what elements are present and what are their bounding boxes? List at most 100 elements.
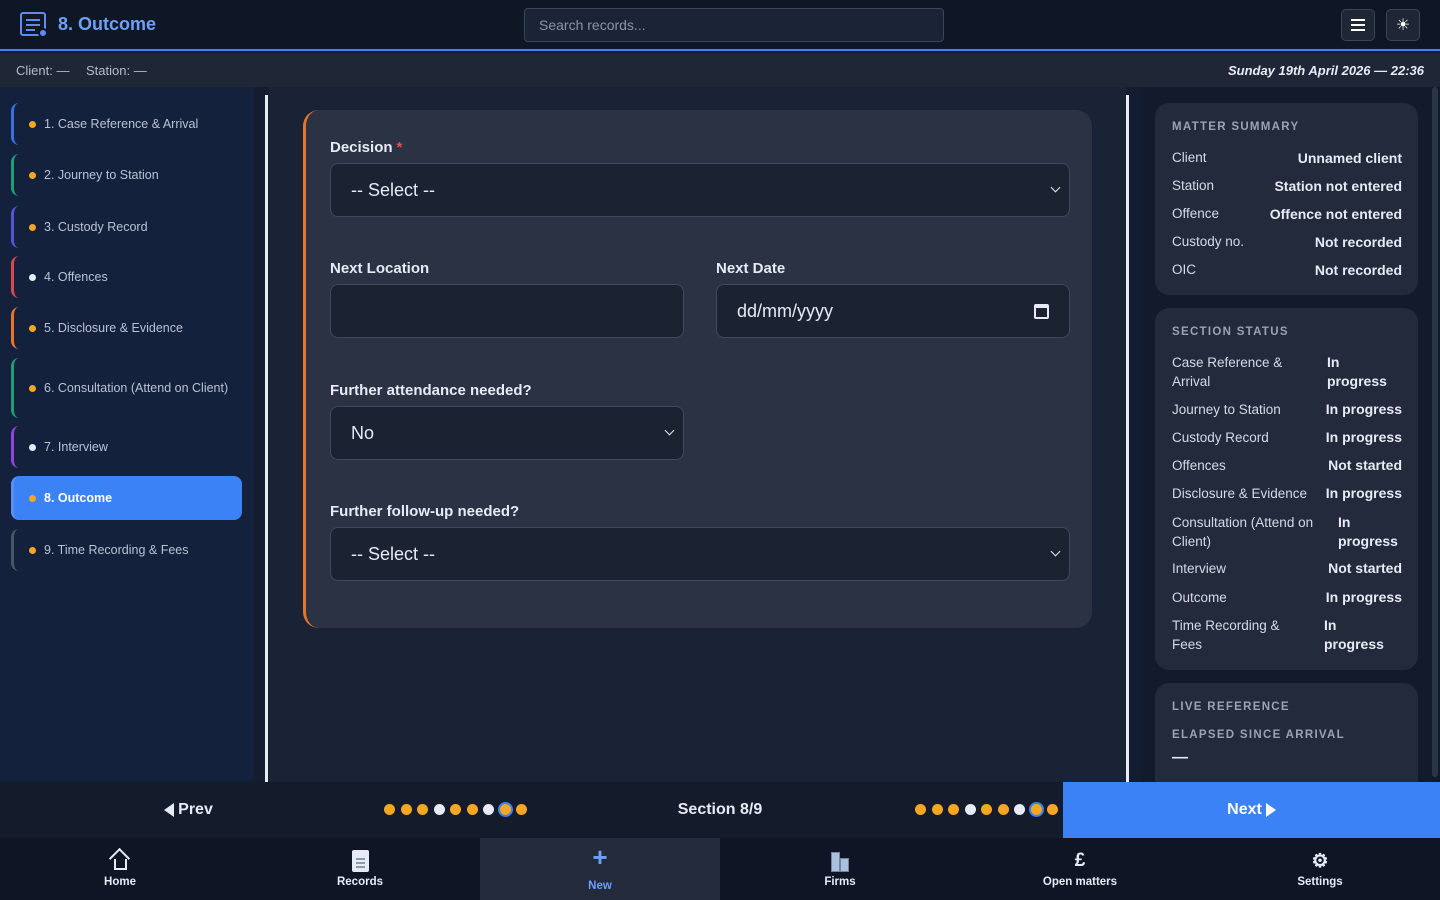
sidebar-item-label: 3. Custody Record <box>44 220 148 234</box>
sidebar-item-label: 2. Journey to Station <box>44 168 159 182</box>
further-attendance-label: Further attendance needed? <box>330 382 532 399</box>
status-dot <box>29 546 36 554</box>
sidebar-item-journey[interactable]: 2. Journey to Station <box>11 154 242 196</box>
progress-dot <box>1047 804 1058 815</box>
tab-label: Records <box>336 876 384 888</box>
tab-label: Home <box>104 876 136 888</box>
section-counter: Section 8/9 <box>677 801 763 818</box>
client-indicator: Client: — <box>16 63 70 78</box>
further-followup-select[interactable]: -- Select -- <box>330 527 1070 581</box>
status-dot <box>29 324 36 332</box>
elapsed-label: ELAPSED SINCE ARRIVAL <box>1172 729 1345 741</box>
progress-dot <box>1030 804 1042 815</box>
sidebar-item-time-recording[interactable]: 9. Time Recording & Fees <box>11 529 242 571</box>
tab-home[interactable]: Home <box>0 838 240 900</box>
arrow-right-icon <box>1265 803 1276 817</box>
chevron-down-icon <box>664 425 675 436</box>
tab-label: Settings <box>1297 876 1343 888</box>
progress-dot <box>997 804 1009 815</box>
current-datetime: Sunday 19th April 2026 — 22:36 <box>1227 63 1424 78</box>
sidebar-item-case-reference[interactable]: 1. Case Reference & Arrival <box>11 103 242 145</box>
sidebar-item-label: 5. Disclosure & Evidence <box>44 321 183 335</box>
progress-dot <box>1014 804 1025 815</box>
station-indicator: Station: — <box>86 63 147 78</box>
sidebar-item-label: 9. Time Recording & Fees <box>44 543 189 557</box>
divider <box>265 95 268 782</box>
progress-dot <box>433 804 445 815</box>
sidebar-item-outcome[interactable]: 8. Outcome <box>11 476 242 520</box>
tab-label: New <box>588 880 612 892</box>
decision-label: Decision * <box>330 139 403 156</box>
sidebar-item-offences[interactable]: 4. Offences <box>11 256 242 298</box>
sidebar-item-label: 4. Offences <box>44 270 108 284</box>
progress-dot <box>483 804 494 815</box>
pound-icon: £ <box>1074 850 1086 871</box>
page-title: 8. Outcome <box>58 14 157 34</box>
tab-records[interactable]: Records <box>240 838 480 900</box>
status-dot <box>29 171 36 179</box>
sidebar-item-label: 6. Consultation (Attend on Client) <box>44 381 229 395</box>
context-bar: Client: — Station: — Sunday 19th April 2… <box>0 53 1440 87</box>
sidebar-item-consultation[interactable]: 6. Consultation (Attend on Client) <box>11 358 242 418</box>
further-attendance-value: No <box>351 422 375 443</box>
next-label: Next <box>1227 801 1262 818</box>
progress-dots-right <box>915 804 1058 815</box>
tab-open-matters[interactable]: £ Open matters <box>960 838 1200 900</box>
progress-dot <box>948 804 959 815</box>
divider <box>1126 95 1129 782</box>
tab-new[interactable]: + New <box>480 838 720 900</box>
decision-select[interactable]: -- Select -- <box>330 163 1070 217</box>
live-reference-card: LIVE REFERENCE ELAPSED SINCE ARRIVAL — <box>1155 683 1418 793</box>
menu-button[interactable] <box>1341 9 1375 41</box>
next-location-input[interactable] <box>330 284 684 338</box>
further-followup-value: -- Select -- <box>351 543 436 564</box>
calendar-icon[interactable] <box>1034 304 1049 319</box>
elapsed-value: — <box>1172 749 1188 766</box>
bottom-tab-bar: Home Records + New Firms £ Open matters … <box>0 838 1440 900</box>
progress-dot <box>931 804 943 815</box>
sidebar-item-label: 7. Interview <box>44 440 108 454</box>
form-list-icon <box>20 12 48 38</box>
plus-icon: + <box>592 841 608 872</box>
sidebar-item-custody-record[interactable]: 3. Custody Record <box>11 206 242 248</box>
tab-settings[interactable]: ⚙ Settings <box>1200 838 1440 900</box>
hamburger-icon <box>1351 19 1365 31</box>
progress-dots-left <box>384 804 527 815</box>
chevron-down-icon <box>1050 182 1061 193</box>
progress-dot <box>499 804 511 815</box>
next-date-input[interactable]: dd/mm/yyyy <box>716 284 1070 338</box>
sidebar-item-interview[interactable]: 7. Interview <box>11 426 242 468</box>
progress-dot <box>516 804 527 815</box>
theme-toggle-button[interactable]: ☀ <box>1386 9 1420 41</box>
status-dot <box>29 223 36 231</box>
further-followup-label: Further follow-up needed? <box>330 503 520 520</box>
building-icon <box>828 850 852 872</box>
prev-label: Prev <box>178 801 213 818</box>
sun-icon: ☀ <box>1395 17 1411 34</box>
next-button[interactable]: Next <box>1063 782 1440 838</box>
progress-dot <box>915 804 926 815</box>
progress-dot <box>450 804 461 815</box>
next-date-label: Next Date <box>716 260 786 277</box>
next-date-placeholder: dd/mm/yyyy <box>737 300 834 321</box>
tab-label: Open matters <box>1042 876 1118 888</box>
progress-dot <box>384 804 395 815</box>
status-dot <box>29 120 36 128</box>
next-location-label: Next Location <box>330 260 430 277</box>
chevron-down-icon <box>1050 546 1061 557</box>
tab-label: Firms <box>824 876 856 888</box>
document-icon <box>348 850 372 872</box>
sidebar-item-label: 8. Outcome <box>44 491 113 505</box>
search-input[interactable] <box>524 8 944 42</box>
further-attendance-select[interactable]: No <box>330 406 684 460</box>
progress-dot <box>400 804 412 815</box>
app-header: 8. Outcome ☀ <box>0 0 1440 51</box>
arrow-left-icon <box>164 803 175 817</box>
sidebar-item-disclosure[interactable]: 5. Disclosure & Evidence <box>11 307 242 349</box>
status-dot <box>29 443 36 451</box>
section-status-card: SECTION STATUS Case Reference & Arrival I… <box>1155 308 1418 670</box>
prev-button[interactable]: Prev <box>0 782 377 838</box>
scrollbar[interactable] <box>1432 87 1438 777</box>
tab-firms[interactable]: Firms <box>720 838 960 900</box>
progress-dot <box>466 804 478 815</box>
